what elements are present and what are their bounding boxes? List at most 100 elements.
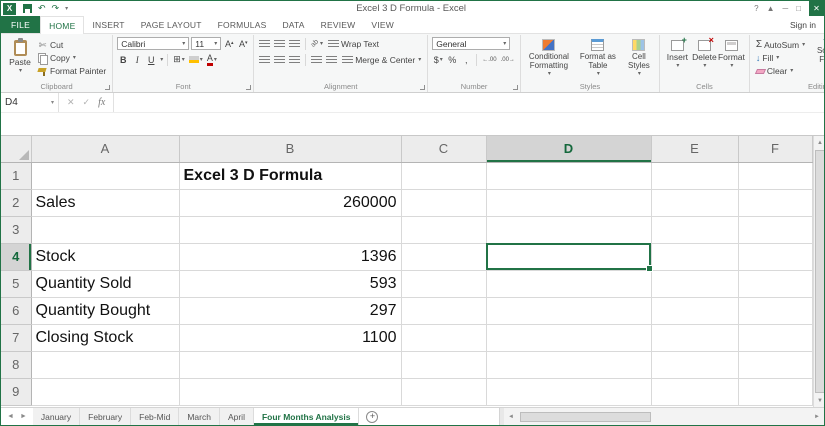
- cell-A7[interactable]: Closing Stock: [31, 324, 180, 352]
- format-painter-button[interactable]: Format Painter: [35, 65, 108, 77]
- cell-C4[interactable]: [401, 243, 487, 271]
- vertical-scrollbar-thumb[interactable]: [815, 150, 824, 393]
- decrease-decimal-button[interactable]: .00→: [500, 53, 516, 66]
- cell-C9[interactable]: [401, 378, 487, 406]
- cell-A1[interactable]: [31, 162, 180, 190]
- cell-E3[interactable]: [651, 216, 739, 244]
- clipboard-dialog-launcher[interactable]: [105, 85, 111, 90]
- scroll-up-icon[interactable]: ▲: [814, 136, 825, 149]
- column-header-F[interactable]: F: [738, 136, 813, 163]
- copy-button[interactable]: Copy ▾: [35, 52, 108, 65]
- formula-input[interactable]: [114, 93, 824, 112]
- underline-dropdown-icon[interactable]: ▾: [160, 57, 163, 63]
- align-left-button[interactable]: [258, 53, 271, 66]
- align-bottom-button[interactable]: [288, 37, 301, 50]
- cell-B2[interactable]: 260000: [179, 189, 402, 217]
- sheet-tab-april[interactable]: April: [219, 408, 254, 425]
- minimize-button[interactable]: ─: [782, 4, 788, 13]
- tab-formulas[interactable]: FORMULAS: [210, 16, 275, 33]
- close-button[interactable]: ✕: [809, 1, 824, 16]
- font-color-button[interactable]: A ▾: [206, 53, 218, 66]
- cell-F6[interactable]: [738, 297, 813, 325]
- delete-cells-button[interactable]: Delete ▾: [691, 35, 718, 69]
- restore-button[interactable]: □: [796, 4, 801, 13]
- tab-insert[interactable]: INSERT: [84, 16, 132, 33]
- borders-button[interactable]: ⊞ ▾: [172, 53, 186, 66]
- fill-button[interactable]: ↓ Fill ▾: [754, 52, 807, 64]
- cell-B4[interactable]: 1396: [179, 243, 402, 271]
- increase-decimal-button[interactable]: ←.00: [481, 53, 497, 66]
- cell-E9[interactable]: [651, 378, 739, 406]
- clear-button[interactable]: Clear ▾: [754, 65, 807, 77]
- tab-page-layout[interactable]: PAGE LAYOUT: [133, 16, 210, 33]
- cell-C8[interactable]: [401, 351, 487, 379]
- cell-A4[interactable]: Stock: [31, 243, 180, 271]
- row-header-6[interactable]: 6: [1, 297, 32, 325]
- cell-D8[interactable]: [486, 351, 652, 379]
- column-header-B[interactable]: B: [179, 136, 402, 163]
- vertical-scrollbar[interactable]: ▲ ▼: [812, 136, 825, 407]
- sheet-tab-feb-mid[interactable]: Feb-Mid: [131, 408, 180, 425]
- previous-sheet-icon[interactable]: ◄: [7, 413, 14, 420]
- sheet-tab-four-months-analysis[interactable]: Four Months Analysis: [253, 408, 360, 425]
- cell-D3[interactable]: [486, 216, 652, 244]
- merge-center-button[interactable]: Merge & Center ▾: [340, 54, 423, 66]
- cell-A9[interactable]: [31, 378, 180, 406]
- cell-D1[interactable]: [486, 162, 652, 190]
- horizontal-scrollbar-track[interactable]: [518, 408, 810, 425]
- cell-D4[interactable]: [486, 243, 652, 271]
- cell-C1[interactable]: [401, 162, 487, 190]
- paste-button[interactable]: Paste ▾: [5, 37, 35, 74]
- format-as-table-button[interactable]: Format as Table ▾: [577, 37, 619, 77]
- tab-review[interactable]: REVIEW: [313, 16, 364, 33]
- percent-style-button[interactable]: %: [446, 53, 458, 66]
- cell-F3[interactable]: [738, 216, 813, 244]
- format-cells-button[interactable]: Format ▾: [718, 37, 745, 69]
- font-dialog-launcher[interactable]: [246, 85, 252, 90]
- increase-indent-button[interactable]: [325, 53, 338, 66]
- cell-F9[interactable]: [738, 378, 813, 406]
- sort-filter-button[interactable]: Sort & Filter ▾: [810, 37, 824, 71]
- cell-E1[interactable]: [651, 162, 739, 190]
- comma-style-button[interactable]: ,: [460, 53, 472, 66]
- next-sheet-icon[interactable]: ►: [20, 413, 27, 420]
- cell-D7[interactable]: [486, 324, 652, 352]
- ribbon-options-button[interactable]: ▲: [767, 4, 775, 13]
- sheet-tab-march[interactable]: March: [179, 408, 220, 425]
- column-header-A[interactable]: A: [31, 136, 180, 163]
- cell-B5[interactable]: 593: [179, 270, 402, 298]
- underline-button[interactable]: U: [145, 53, 157, 66]
- cell-F8[interactable]: [738, 351, 813, 379]
- enter-icon[interactable]: ✓: [83, 97, 91, 108]
- decrease-font-size-button[interactable]: A ▾: [237, 37, 249, 50]
- cell-F2[interactable]: [738, 189, 813, 217]
- cell-B7[interactable]: 1100: [179, 324, 402, 352]
- column-header-E[interactable]: E: [651, 136, 739, 163]
- cell-A3[interactable]: [31, 216, 180, 244]
- cell-C5[interactable]: [401, 270, 487, 298]
- cell-B3[interactable]: [179, 216, 402, 244]
- cell-B9[interactable]: [179, 378, 402, 406]
- align-center-button[interactable]: [273, 53, 286, 66]
- help-button[interactable]: ?: [754, 4, 758, 13]
- tab-home[interactable]: HOME: [40, 16, 85, 34]
- align-top-button[interactable]: [258, 37, 271, 50]
- fill-color-button[interactable]: ▾: [188, 53, 204, 66]
- cell-D2[interactable]: [486, 189, 652, 217]
- cell-styles-button[interactable]: Cell Styles ▾: [623, 37, 655, 77]
- italic-button[interactable]: I: [131, 53, 143, 66]
- cell-C2[interactable]: [401, 189, 487, 217]
- cell-B8[interactable]: [179, 351, 402, 379]
- number-dialog-launcher[interactable]: [512, 85, 518, 90]
- cell-A8[interactable]: [31, 351, 180, 379]
- align-middle-button[interactable]: [273, 37, 286, 50]
- insert-function-icon[interactable]: fx: [98, 97, 105, 108]
- cell-C3[interactable]: [401, 216, 487, 244]
- cell-E4[interactable]: [651, 243, 739, 271]
- horizontal-scrollbar-thumb[interactable]: [520, 411, 652, 422]
- undo-icon[interactable]: ↶: [38, 4, 46, 13]
- column-header-D[interactable]: D: [486, 136, 652, 163]
- alignment-dialog-launcher[interactable]: [420, 85, 426, 90]
- cell-E8[interactable]: [651, 351, 739, 379]
- row-header-1[interactable]: 1: [1, 162, 32, 190]
